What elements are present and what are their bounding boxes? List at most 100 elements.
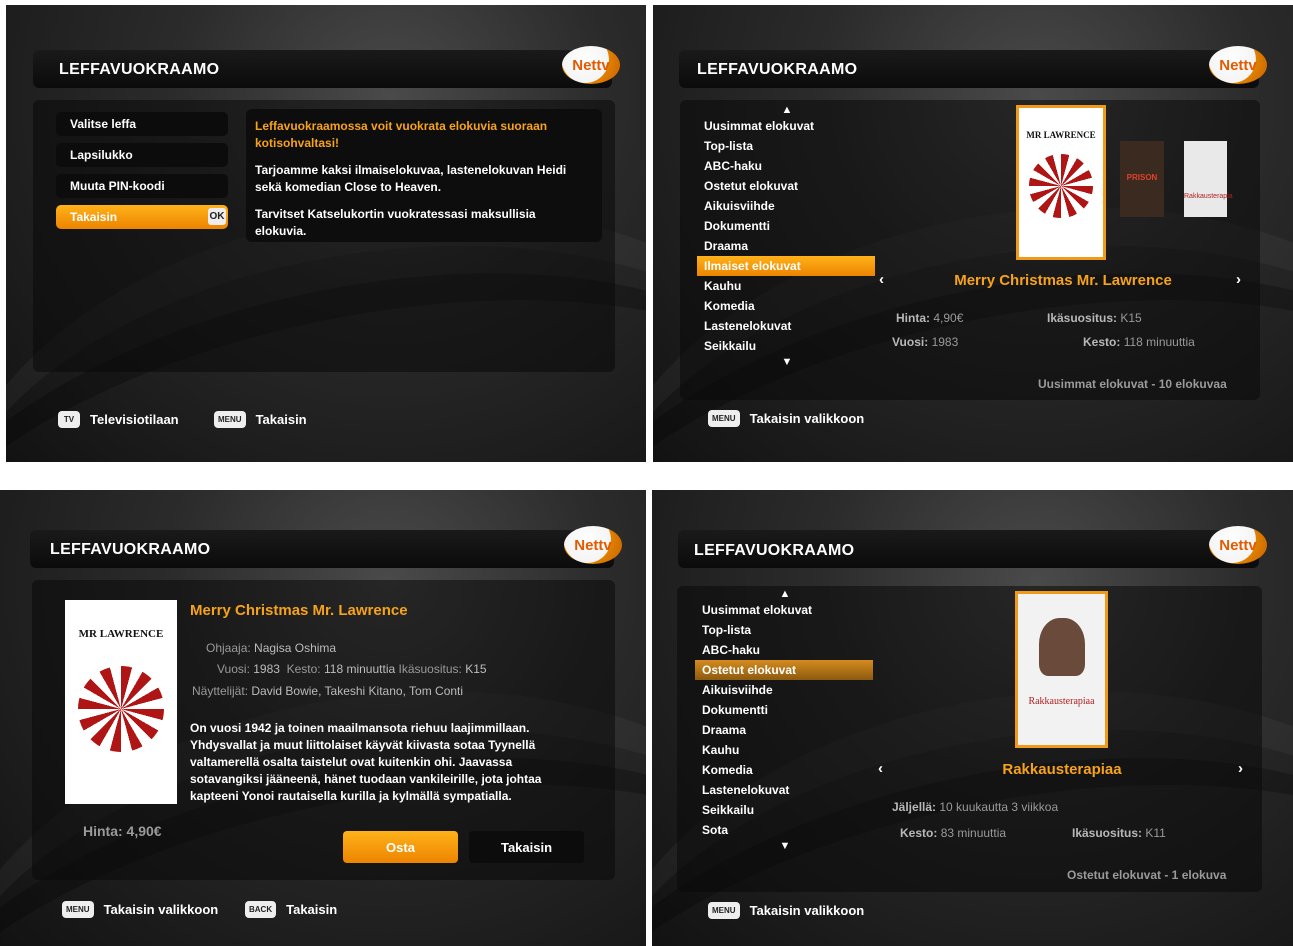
page-title: LEFFAVUOKRAAMO (59, 61, 220, 78)
movie-count: Uusimmat elokuvat - 10 elokuvaa (1038, 377, 1227, 391)
scroll-down-icon[interactable]: ▼ (697, 356, 877, 368)
info-text: Leffavuokraamossa voit vuokrata elokuvia… (255, 118, 585, 240)
menu-item-label: Muuta PIN-koodi (70, 179, 165, 193)
year-info: Vuosi: 1983 (892, 335, 959, 349)
poster-art-icon (1029, 154, 1093, 218)
poster-title: MR LAWRENCE (78, 628, 164, 640)
previous-arrow-icon[interactable]: ‹ (879, 271, 884, 288)
remaining-info: Jäljellä: 10 kuukautta 3 viikkoa (892, 800, 1059, 814)
category-item[interactable]: Dokumentti (695, 700, 873, 720)
page-title: LEFFAVUOKRAAMO (694, 542, 855, 559)
category-item[interactable]: Dokumentti (697, 216, 875, 236)
menu-item-valitse-leffa[interactable]: Valitse leffa (56, 112, 228, 136)
movie-poster-main[interactable]: Rakkausterapiaa (1015, 591, 1108, 748)
age-rating-info: Ikäsuositus: K11 (1072, 826, 1166, 840)
back-key-icon: BACK (245, 901, 277, 918)
footer-menu[interactable]: MENU Takaisin valikkoon (62, 901, 218, 918)
category-item[interactable]: Ilmaiset elokuvat (697, 256, 875, 276)
info-headline: Leffavuokraamossa voit vuokrata elokuvia… (255, 119, 548, 150)
movie-count: Ostetut elokuvat - 1 elokuva (1067, 868, 1227, 882)
page-title: LEFFAVUOKRAAMO (50, 541, 211, 558)
nettv-logo: Nettv (1209, 46, 1267, 84)
category-item[interactable]: Uusimmat elokuvat (695, 600, 873, 620)
category-item[interactable]: Draama (695, 720, 873, 740)
footer-menu[interactable]: MENU Takaisin valikkoon (708, 902, 864, 919)
screen-movie-details: LEFFAVUOKRAAMO Nettv MR LAWRENCE Merry C… (0, 490, 646, 946)
header-bar: LEFFAVUOKRAAMO Nettv (30, 526, 622, 568)
menu-key-icon: MENU (62, 901, 94, 918)
poster-title: MR LAWRENCE (1026, 130, 1096, 140)
info-paragraph-1: Tarjoamme kaksi ilmaiselokuvaa, lastenel… (255, 163, 567, 194)
footer-menu-label: Takaisin valikkoon (749, 903, 865, 918)
footer-menu[interactable]: MENU Takaisin valikkoon (708, 410, 864, 427)
page-title: LEFFAVUOKRAAMO (697, 61, 858, 78)
back-button[interactable]: Takaisin (469, 831, 584, 863)
movie-title: Rakkausterapiaa (1002, 761, 1122, 778)
director-info: Ohjaaja: Nagisa Oshima (206, 641, 337, 655)
category-item[interactable]: Komedia (695, 760, 873, 780)
ok-key-icon: OK (208, 208, 226, 225)
duration-info: Kesto: 83 minuuttia (900, 826, 1007, 840)
poster-art-icon (1038, 618, 1085, 676)
screen-purchased: LEFFAVUOKRAAMO Nettv ▲ Uusimmat elokuvat… (652, 490, 1293, 946)
category-item[interactable]: Sota (695, 820, 873, 840)
category-item[interactable]: Kauhu (695, 740, 873, 760)
category-list: ▲ Uusimmat elokuvat Top-lista ABC-haku Oste… (697, 104, 877, 368)
menu-item-label: Valitse leffa (70, 117, 137, 131)
movie-poster-main[interactable]: MR LAWRENCE (1016, 105, 1106, 260)
movie-thumbnail-1[interactable]: PRISON (1120, 141, 1164, 217)
movie-thumbnail-2[interactable]: Rakkausterapia (1184, 141, 1233, 217)
category-item[interactable]: Ostetut elokuvat (697, 176, 875, 196)
header-bar: LEFFAVUOKRAAMO Nettv (678, 526, 1267, 568)
nettv-logo: Nettv (1209, 526, 1267, 564)
footer-menu-label: Takaisin (255, 412, 307, 427)
category-item[interactable]: Lastenelokuvat (697, 316, 875, 336)
category-item[interactable]: Aikuisviihde (695, 680, 873, 700)
movie-title: Merry Christmas Mr. Lawrence (954, 272, 1172, 289)
year-duration-age-info: Vuosi: 1983 Kesto: 118 minuuttia Ikäsuos… (217, 662, 487, 676)
category-item[interactable]: Kauhu (697, 276, 875, 296)
category-item[interactable]: Lastenelokuvat (695, 780, 873, 800)
footer-menu-label: Takaisin valikkoon (103, 902, 219, 917)
menu-item-label: Takaisin (70, 210, 118, 224)
price-text: Hinta: 4,90€ (83, 823, 162, 839)
category-item[interactable]: Seikkailu (697, 336, 875, 356)
category-item[interactable]: ABC-haku (695, 640, 873, 660)
screen-main-menu: LEFFAVUOKRAAMO Nettv Valitse leffa Lapsi… (6, 5, 646, 462)
category-item[interactable]: Draama (697, 236, 875, 256)
poster-art-icon (78, 666, 164, 752)
menu-item-pin[interactable]: Muuta PIN-koodi (56, 174, 228, 198)
movie-poster: MR LAWRENCE (65, 600, 177, 804)
menu-item-lapsilukko[interactable]: Lapsilukko (56, 143, 228, 167)
scroll-down-icon[interactable]: ▼ (695, 840, 875, 852)
header-bar: LEFFAVUOKRAAMO Nettv (679, 46, 1267, 88)
menu-item-takaisin[interactable]: Takaisin OK (56, 205, 228, 229)
category-item[interactable]: ABC-haku (697, 156, 875, 176)
category-item[interactable]: Uusimmat elokuvat (697, 116, 875, 136)
category-item[interactable]: Top-lista (697, 136, 875, 156)
buy-button[interactable]: Osta (343, 831, 458, 863)
thumbnail-title: PRISON (1126, 173, 1158, 182)
next-arrow-icon[interactable]: › (1238, 760, 1243, 777)
category-item[interactable]: Seikkailu (695, 800, 873, 820)
poster-title: Rakkausterapiaa (1028, 696, 1095, 707)
scroll-up-icon[interactable]: ▲ (695, 588, 875, 600)
price-info: Hinta: 4,90€ (896, 311, 964, 325)
footer-back[interactable]: BACK Takaisin (245, 901, 337, 918)
menu-key-icon: MENU (708, 410, 740, 427)
scroll-up-icon[interactable]: ▲ (697, 104, 877, 116)
footer-menu[interactable]: MENU Takaisin (214, 411, 307, 428)
footer-tv[interactable]: TV Televisiotilaan (58, 411, 179, 428)
movie-title: Merry Christmas Mr. Lawrence (190, 602, 408, 619)
header-bar: LEFFAVUOKRAAMO Nettv (33, 46, 620, 88)
menu-key-icon: MENU (708, 902, 740, 919)
category-item[interactable]: Ostetut elokuvat (695, 660, 873, 680)
category-item[interactable]: Komedia (697, 296, 875, 316)
previous-arrow-icon[interactable]: ‹ (878, 760, 883, 777)
screen-browse: LEFFAVUOKRAAMO Nettv ▲ Uusimmat elokuvat… (653, 5, 1293, 462)
menu-item-label: Lapsilukko (70, 148, 133, 162)
next-arrow-icon[interactable]: › (1236, 271, 1241, 288)
nettv-logo: Nettv (564, 526, 622, 564)
category-item[interactable]: Aikuisviihde (697, 196, 875, 216)
category-item[interactable]: Top-lista (695, 620, 873, 640)
